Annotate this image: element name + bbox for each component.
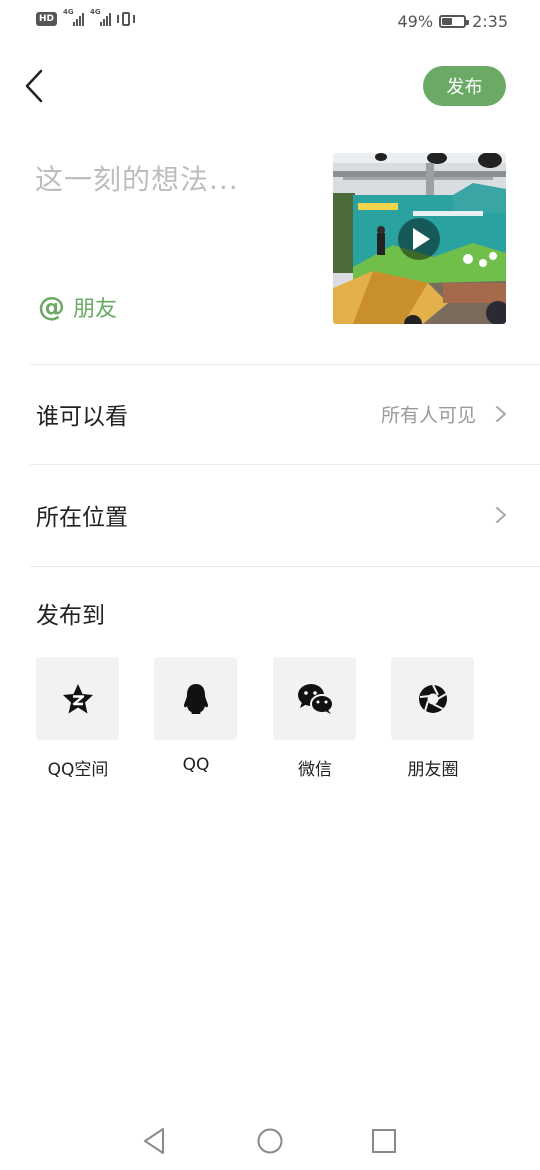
who-can-see-row[interactable]: 谁可以看 所有人可见 [0, 364, 540, 464]
thought-input[interactable]: 这一刻的想法... [35, 158, 315, 198]
wechat-icon [297, 683, 334, 714]
at-icon: @ [38, 291, 65, 323]
share-qzone-tile [36, 657, 119, 740]
mention-friends-button[interactable]: @ 朋友 [38, 291, 117, 323]
chevron-right-icon [496, 507, 506, 523]
share-qzone-button[interactable]: QQ空间 [36, 657, 120, 780]
divider [30, 566, 540, 567]
status-bar: HD 4G 4G 49% 2:35 [0, 0, 540, 44]
vibrate-icon [117, 12, 136, 26]
share-wechat-button[interactable]: 微信 [273, 657, 357, 780]
back-button[interactable] [20, 66, 50, 106]
share-moments-button[interactable]: 朋友圈 [391, 657, 475, 780]
who-can-see-label: 谁可以看 [36, 404, 128, 430]
share-qzone-label: QQ空间 [47, 760, 109, 780]
moments-aperture-icon [418, 684, 447, 713]
hd-voice-badge: HD [36, 12, 58, 26]
network-type-2: 4G [90, 8, 101, 16]
mention-label: 朋友 [73, 297, 118, 322]
share-moments-label: 朋友圈 [407, 760, 459, 780]
circle-home-icon [257, 1128, 283, 1154]
qzone-star-icon [62, 683, 93, 713]
share-qq-button[interactable]: QQ [154, 657, 238, 775]
triangle-back-icon [144, 1128, 164, 1154]
chevron-left-icon [25, 69, 43, 103]
share-qq-label: QQ [182, 755, 210, 775]
video-thumbnail[interactable] [333, 153, 506, 324]
chevron-right-icon [496, 406, 506, 422]
publish-button[interactable]: 发布 [423, 66, 506, 106]
battery-icon [439, 15, 470, 28]
square-recents-icon [372, 1129, 396, 1153]
share-moments-tile [391, 657, 474, 740]
location-row[interactable]: 所在位置 [0, 465, 540, 565]
battery-percent: 49% [397, 12, 434, 31]
signal-icon-2: 4G [90, 8, 112, 26]
clock: 2:35 [472, 12, 508, 31]
network-type-1: 4G [63, 8, 74, 16]
nav-recents-button[interactable] [367, 1124, 401, 1158]
status-right: 49% 2:35 [398, 12, 509, 31]
video-frame-image [333, 153, 506, 324]
share-wechat-label: 微信 [298, 760, 332, 780]
status-left: HD 4G 4G [36, 8, 136, 26]
signal-icon-1: 4G [63, 8, 85, 26]
compose-post-screen: HD 4G 4G 49% 2:35 发布 这一刻的想法... @ 朋友 谁可以看… [0, 0, 540, 1170]
share-wechat-tile [273, 657, 356, 740]
nav-home-button[interactable] [253, 1124, 287, 1158]
visibility-value: 所有人可见 [380, 404, 476, 427]
nav-back-button[interactable] [138, 1124, 172, 1158]
location-label: 所在位置 [36, 505, 128, 531]
share-qq-tile [154, 657, 237, 740]
system-nav-bar [0, 1110, 540, 1170]
share-to-title: 发布到 [36, 603, 105, 629]
qq-penguin-icon [183, 683, 208, 714]
